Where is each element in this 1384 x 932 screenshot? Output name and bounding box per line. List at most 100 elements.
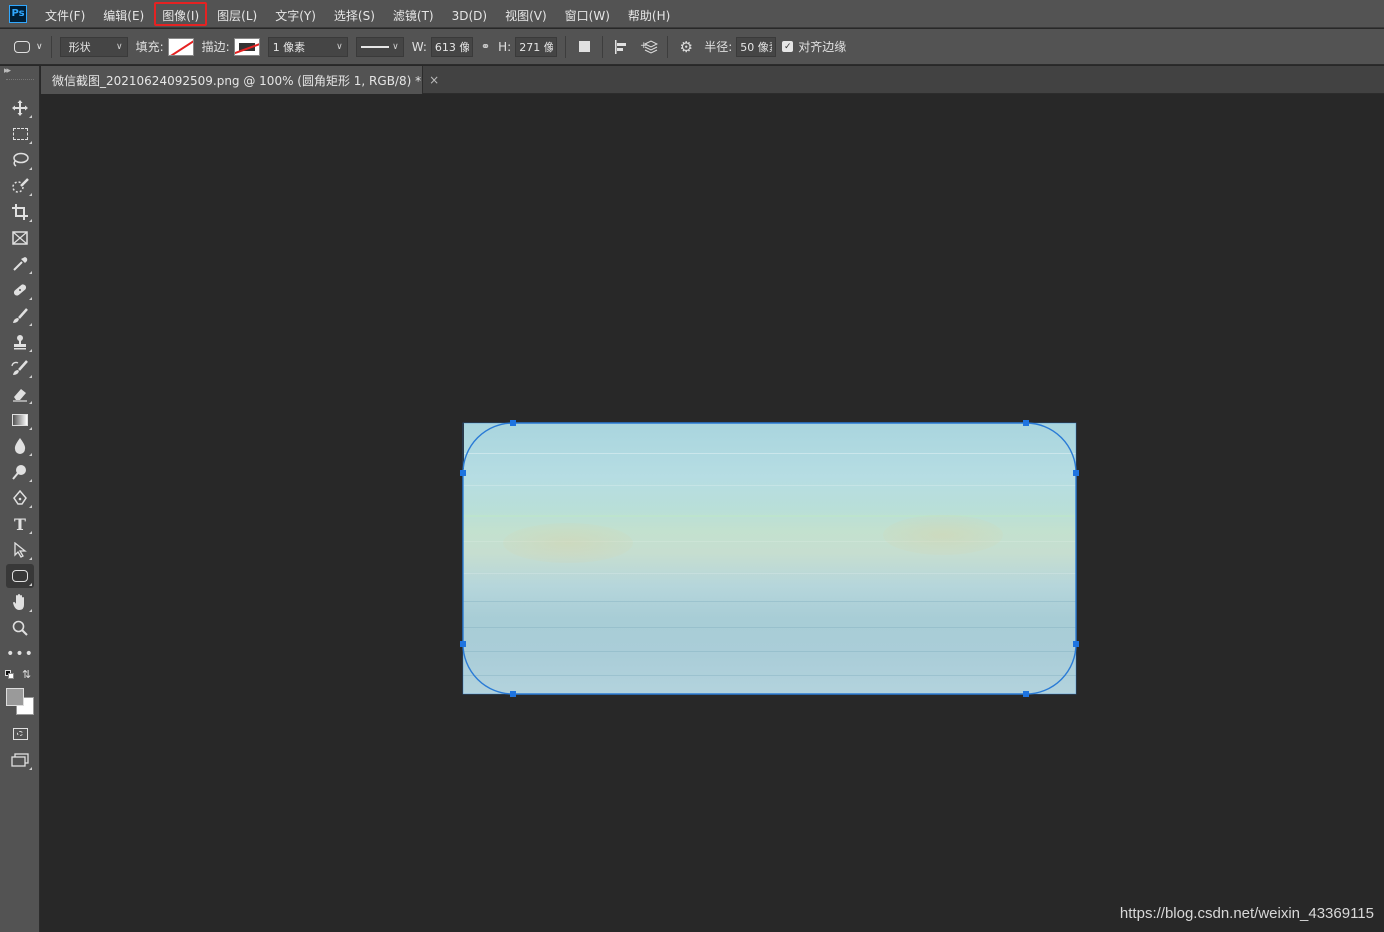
gear-icon[interactable]: ⚙	[676, 37, 696, 57]
chevron-down-icon: ∨	[36, 41, 43, 52]
watermark-text: https://blog.csdn.net/weixin_43369115	[1119, 905, 1374, 922]
history-brush-tool[interactable]	[6, 356, 34, 380]
panel-grip[interactable]	[6, 79, 34, 82]
path-alignment-icon[interactable]	[611, 37, 631, 57]
menu-view[interactable]: 视图(V)	[497, 2, 555, 26]
document-tab[interactable]: 微信截图_20210624092509.png @ 100% (圆角矩形 1, …	[41, 66, 439, 94]
quick-mask-tool[interactable]	[6, 722, 34, 746]
ellipsis-icon: •••	[6, 646, 34, 662]
checkbox-checked-icon: ✓	[782, 41, 794, 52]
document-tab-title: 微信截图_20210624092509.png @ 100% (圆角矩形 1, …	[52, 73, 422, 88]
menu-select[interactable]: 选择(S)	[326, 2, 383, 26]
swap-colors-icon[interactable]: ⇅	[22, 668, 31, 681]
photoshop-logo[interactable]: Ps	[9, 4, 27, 23]
height-label: H:	[498, 39, 512, 54]
height-input[interactable]: 271 像素	[515, 36, 558, 57]
align-edges-toggle[interactable]: ✓ 对齐边缘	[782, 38, 846, 55]
tools-panel: ▸▸ T ••• ⇅	[0, 66, 40, 932]
document-tab-bar: 微信截图_20210624092509.png @ 100% (圆角矩形 1, …	[41, 66, 1384, 94]
dodge-tool[interactable]	[6, 460, 34, 484]
options-bar: ∨ 形状 ∨ 填充: 描边: 1 像素 ∨ ∨ W: 613 像素 ⚭	[0, 29, 1384, 65]
divider	[602, 35, 604, 58]
stroke-width-value: 1 像素	[272, 40, 306, 54]
canvas-area[interactable]	[41, 95, 1384, 932]
stroke-type-select[interactable]: ∨	[355, 36, 404, 57]
chevron-down-icon: ∨	[392, 41, 399, 52]
radius-input[interactable]: 50 像素	[736, 36, 777, 57]
anchor-handle	[1023, 420, 1029, 426]
divider	[565, 35, 567, 58]
type-tool[interactable]: T	[6, 512, 34, 536]
divider	[667, 35, 669, 58]
rounded-rectangle-icon	[14, 40, 30, 53]
menu-image[interactable]: 图像(I)	[154, 1, 208, 26]
zoom-tool[interactable]	[6, 616, 34, 640]
more-tools[interactable]: •••	[6, 642, 34, 666]
path-arrangement-icon[interactable]: +	[639, 37, 659, 57]
menu-file[interactable]: 文件(F)	[37, 2, 93, 26]
anchor-handle	[1073, 470, 1079, 476]
healing-brush-tool[interactable]	[6, 278, 34, 302]
screen-mode-tool[interactable]	[6, 748, 34, 772]
chevron-down-icon: ∨	[336, 41, 343, 52]
divider	[50, 35, 52, 58]
fill-label: 填充:	[135, 40, 164, 54]
menu-bar: Ps 文件(F) 编辑(E) 图像(I) 图层(L) 文字(Y) 选择(S) 滤…	[0, 0, 1384, 28]
quick-select-tool[interactable]	[6, 174, 34, 198]
menu-type[interactable]: 文字(Y)	[267, 2, 324, 26]
line-style-icon	[360, 45, 389, 48]
eraser-tool[interactable]	[6, 382, 34, 406]
radius-value: 50 像素	[740, 40, 772, 54]
stroke-label: 描边:	[201, 40, 230, 54]
shape-mode-select[interactable]: 形状 ∨	[59, 36, 128, 57]
shape-mode-value: 形状	[68, 40, 91, 54]
anchor-handle	[460, 470, 466, 476]
crop-tool[interactable]	[6, 200, 34, 224]
close-icon[interactable]: ×	[429, 73, 439, 87]
anchor-handle	[510, 420, 516, 426]
type-icon: T	[14, 514, 26, 534]
rounded-rectangle-shape[interactable]	[459, 419, 1080, 698]
width-value: 613 像素	[434, 40, 469, 54]
menu-filter[interactable]: 滤镜(T)	[385, 2, 442, 26]
width-input[interactable]: 613 像素	[430, 36, 473, 57]
foreground-color-swatch[interactable]	[6, 688, 24, 706]
anchor-handle	[460, 641, 466, 647]
anchor-handle	[1073, 641, 1079, 647]
pen-tool[interactable]	[6, 486, 34, 510]
path-select-tool[interactable]	[6, 538, 34, 562]
path-operations-icon[interactable]	[574, 37, 594, 57]
frame-tool[interactable]	[6, 226, 34, 250]
shape-path-outline	[462, 422, 1077, 695]
bounding-box	[462, 422, 1077, 695]
width-label: W:	[411, 39, 427, 54]
rounded-rectangle-tool[interactable]	[6, 564, 34, 588]
svg-text:+: +	[640, 41, 648, 51]
default-colors-icon[interactable]	[5, 670, 15, 680]
tool-preset-picker[interactable]: ∨	[14, 40, 43, 53]
anchor-handle	[510, 691, 516, 697]
height-value: 271 像素	[519, 40, 554, 54]
menu-help[interactable]: 帮助(H)	[620, 2, 678, 26]
marquee-tool[interactable]	[6, 122, 34, 146]
menu-3d[interactable]: 3D(D)	[444, 2, 495, 26]
radius-label: 半径:	[704, 40, 733, 54]
lasso-tool[interactable]	[6, 148, 34, 172]
link-icon[interactable]: ⚭	[481, 40, 490, 53]
clone-stamp-tool[interactable]	[6, 330, 34, 354]
collapse-panel-icon[interactable]: ▸▸	[4, 66, 11, 76]
chevron-down-icon: ∨	[116, 41, 123, 52]
move-tool[interactable]	[6, 96, 34, 120]
menu-layer[interactable]: 图层(L)	[209, 2, 265, 26]
fill-swatch[interactable]	[167, 37, 194, 56]
brush-tool[interactable]	[6, 304, 34, 328]
menu-edit[interactable]: 编辑(E)	[95, 2, 152, 26]
eyedropper-tool[interactable]	[6, 252, 34, 276]
menu-window[interactable]: 窗口(W)	[557, 2, 618, 26]
hand-tool[interactable]	[6, 590, 34, 614]
gradient-tool[interactable]	[6, 408, 34, 432]
align-edges-label: 对齐边缘	[798, 40, 847, 54]
blur-tool[interactable]	[6, 434, 34, 458]
stroke-width-select[interactable]: 1 像素 ∨	[267, 36, 348, 57]
stroke-swatch[interactable]	[233, 37, 260, 56]
